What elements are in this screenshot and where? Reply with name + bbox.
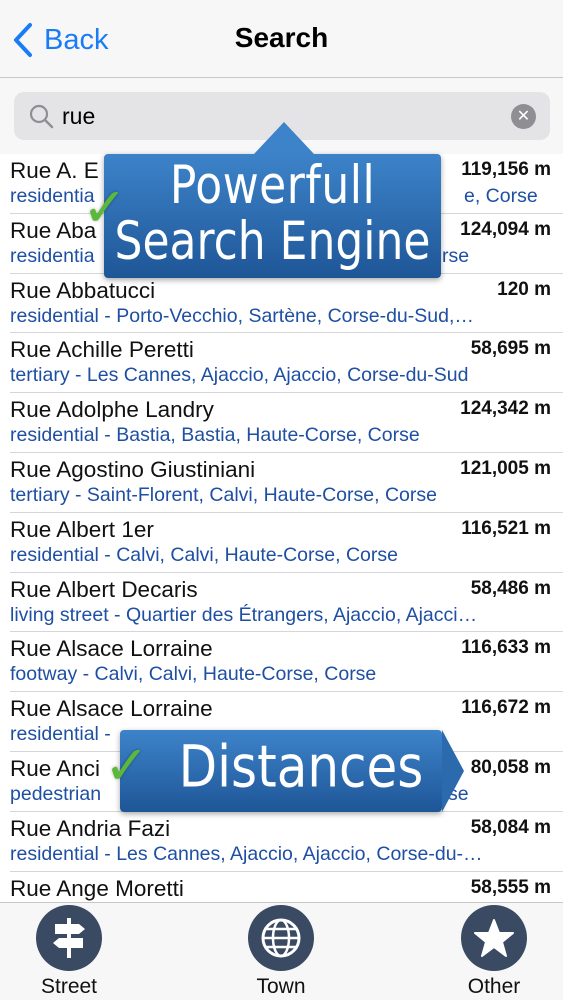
street-name: Rue Albert Decaris xyxy=(10,576,198,602)
street-name: Rue Abbatucci xyxy=(10,277,156,303)
list-item[interactable]: Rue Andria Fazi 58,084 m residential - L… xyxy=(10,812,563,872)
distance: 58,555 m xyxy=(470,876,551,898)
list-item[interactable]: Rue Abbatucci 120 m residential - Porto-… xyxy=(10,274,563,334)
tab-bar: Street Town Other xyxy=(0,902,563,1000)
street-name: Rue Alsace Lorraine xyxy=(10,636,213,662)
list-item[interactable]: Rue Agostino Giustiniani 121,005 m terti… xyxy=(10,453,563,513)
street-description: tertiary - Saint-Florent, Calvi, Haute-C… xyxy=(10,483,437,506)
street-description: residential - Les Cannes, Ajaccio, Ajacc… xyxy=(10,842,483,865)
street-name: Rue Achille Peretti xyxy=(10,337,194,363)
distance: 119,156 m xyxy=(461,159,551,180)
distance: 124,094 m xyxy=(460,218,551,240)
street-name: Rue Andria Fazi xyxy=(10,815,171,841)
search-engine-callout: Powerfull Search Engine xyxy=(104,122,441,278)
street-name: Rue Agostino Giustiniani xyxy=(10,456,256,482)
clear-search-icon[interactable]: ✕ xyxy=(511,104,536,129)
signpost-icon xyxy=(36,905,102,971)
distance: 58,084 m xyxy=(470,816,551,838)
page-title: Search xyxy=(234,22,329,53)
list-item[interactable]: Rue Adolphe Landry 124,342 m residential… xyxy=(10,393,563,453)
street-description-tail: e, Corse xyxy=(464,185,538,207)
checkmark-icon: ✓ xyxy=(104,736,150,796)
navigation-bar: Back Search xyxy=(0,0,563,78)
tab-label: Other xyxy=(467,975,521,998)
checkmark-icon: ✓ xyxy=(82,178,128,238)
tab-label: Street xyxy=(40,975,98,998)
street-description-tail: rse xyxy=(442,244,470,267)
street-name: Rue Ange Moretti xyxy=(10,875,184,901)
list-item[interactable]: Rue Ange Moretti 58,555 m xyxy=(10,872,563,902)
list-item[interactable]: Rue Alsace Lorraine 116,633 m footway - … xyxy=(10,632,563,693)
distance: 124,342 m xyxy=(460,398,551,420)
distance: 116,521 m xyxy=(461,517,551,539)
street-description: residential - Bastia, Bastia, Haute-Cors… xyxy=(10,424,420,447)
star-icon xyxy=(461,905,527,971)
list-item[interactable]: Rue Albert Decaris 58,486 m living stree… xyxy=(10,573,563,633)
search-icon xyxy=(29,104,54,129)
street-name: Rue Adolphe Landry xyxy=(10,397,214,423)
tab-street[interactable]: Street xyxy=(9,903,129,1000)
callout-distances-text: Distances xyxy=(178,733,424,801)
distance: 58,486 m xyxy=(470,577,551,599)
tab-label: Town xyxy=(256,975,306,998)
callout-line-1: Powerfull xyxy=(169,154,376,217)
tab-other[interactable]: Other xyxy=(434,903,554,1000)
street-description: tertiary - Les Cannes, Ajaccio, Ajaccio,… xyxy=(10,364,469,387)
list-item[interactable]: Rue Albert 1er 116,521 m residential - C… xyxy=(10,513,563,573)
street-name: Rue Albert 1er xyxy=(10,516,154,542)
distances-callout: Distances xyxy=(120,730,464,812)
list-item[interactable]: Rue Achille Peretti 58,695 m tertiary - … xyxy=(10,333,563,394)
distance: 121,005 m xyxy=(460,457,551,479)
distance: 80,058 m xyxy=(470,756,551,778)
street-name: Rue Alsace Lorraine xyxy=(10,696,213,722)
street-description: residential - Porto-Vecchio, Sartène, Co… xyxy=(10,304,474,327)
street-description: residential - Calvi, Calvi, Haute-Corse,… xyxy=(10,543,398,566)
distance: 58,695 m xyxy=(470,338,551,360)
distance: 116,672 m xyxy=(461,697,551,719)
callout-line-2: Search Engine xyxy=(114,210,431,273)
street-description: footway - Calvi, Calvi, Haute-Corse, Cor… xyxy=(10,663,377,686)
globe-icon xyxy=(248,905,314,971)
street-description: living street - Quartier des Étrangers, … xyxy=(10,603,478,626)
tab-town[interactable]: Town xyxy=(221,903,341,1000)
distance: 116,633 m xyxy=(461,637,551,659)
distance: 120 m xyxy=(497,278,551,300)
street-name: Rue Anci xyxy=(10,755,101,781)
